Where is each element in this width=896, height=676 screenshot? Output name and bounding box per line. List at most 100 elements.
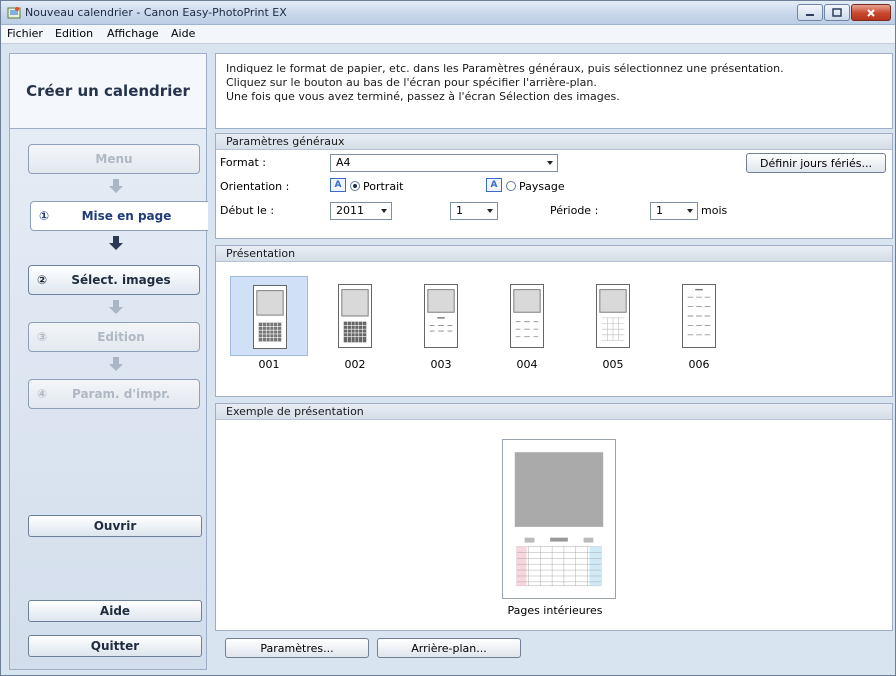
step-number: ① (39, 209, 50, 223)
minimize-button[interactable] (797, 4, 823, 21)
portrait-label[interactable]: Portrait (363, 180, 403, 193)
define-holidays-button[interactable]: Définir jours fériés... (746, 153, 886, 173)
step-menu: Menu (28, 144, 200, 174)
open-button[interactable]: Ouvrir (28, 515, 202, 537)
format-label: Format : (220, 156, 266, 169)
step-label: Mise en page (81, 209, 172, 223)
close-button[interactable] (851, 4, 891, 21)
format-select[interactable]: A4 (330, 154, 558, 172)
title-bar[interactable]: Nouveau calendrier - Canon Easy-PhotoPri… (1, 1, 895, 25)
start-month-value: 1 (456, 204, 463, 217)
layout-002[interactable]: 002 (316, 276, 394, 376)
layout-006[interactable]: 006 (660, 276, 738, 376)
step-number: ④ (37, 387, 48, 401)
layout-thumbnail (424, 284, 458, 348)
chevron-down-icon (687, 209, 693, 213)
window-controls (796, 4, 891, 21)
layout-thumb-wrap (488, 276, 566, 356)
background-button[interactable]: Arrière-plan... (377, 638, 521, 658)
period-unit: mois (701, 204, 728, 217)
step-edition: ③ Edition (28, 322, 200, 352)
portrait-radio[interactable] (350, 181, 360, 191)
period-select[interactable]: 1 (650, 202, 698, 220)
start-year-value: 2011 (336, 204, 364, 217)
quit-button[interactable]: Quitter (28, 635, 202, 657)
presentation-heading: Présentation (216, 246, 892, 262)
layout-thumb-wrap (230, 276, 308, 356)
step-label: Edition (97, 330, 145, 344)
format-value: A4 (336, 156, 351, 169)
layout-label: 006 (688, 358, 710, 371)
layout-label: 002 (344, 358, 366, 371)
example-heading: Exemple de présentation (216, 404, 892, 420)
instruction-line: Cliquez sur le bouton au bas de l'écran … (226, 76, 597, 89)
layout-label: 003 (430, 358, 452, 371)
sidebar: Créer un calendrier Menu ① Mise en page … (9, 53, 208, 670)
landscape-radio[interactable] (506, 181, 516, 191)
settings-button[interactable]: Paramètres... (225, 638, 369, 658)
start-month-select[interactable]: 1 (450, 202, 498, 220)
layout-004[interactable]: 004 (488, 276, 566, 376)
step-label: Sélect. images (71, 273, 171, 287)
maximize-icon (832, 8, 842, 17)
minimize-icon (806, 13, 814, 16)
app-window: Nouveau calendrier - Canon Easy-PhotoPri… (0, 0, 896, 676)
layout-thumb-wrap (316, 276, 394, 356)
step-param-impr: ④ Param. d'impr. (28, 379, 200, 409)
layout-thumbnail (510, 284, 544, 348)
layout-003[interactable]: 003 (402, 276, 480, 376)
window-title: Nouveau calendrier - Canon Easy-PhotoPri… (25, 6, 287, 19)
layout-thumbnail (253, 285, 287, 349)
landscape-icon: A (486, 178, 502, 192)
example-panel: Exemple de présentation Pages intérieure… (215, 403, 893, 631)
start-year-select[interactable]: 2011 (330, 202, 392, 220)
instructions-panel: Indiquez le format de papier, etc. dans … (215, 53, 893, 129)
arrow-down-icon (109, 300, 123, 314)
layout-thumb-wrap (574, 276, 652, 356)
app-icon (7, 7, 21, 19)
layout-005[interactable]: 005 (574, 276, 652, 376)
step-number: ② (37, 273, 48, 287)
period-value: 1 (656, 204, 663, 217)
layout-thumb-wrap (402, 276, 480, 356)
chevron-down-icon (547, 161, 553, 165)
layout-thumbnail (682, 284, 716, 348)
step-mise-en-page[interactable]: ① Mise en page (30, 201, 208, 231)
arrow-down-icon (109, 236, 123, 250)
step-number: ③ (37, 330, 48, 344)
main-content: Indiquez le format de papier, etc. dans … (215, 53, 893, 670)
menu-fichier[interactable]: Fichier (7, 27, 43, 40)
chevron-down-icon (487, 209, 493, 213)
menu-aide[interactable]: Aide (171, 27, 195, 40)
step-label: Param. d'impr. (71, 387, 171, 401)
layout-label: 005 (602, 358, 624, 371)
chevron-down-icon (381, 209, 387, 213)
sample-preview (502, 439, 616, 599)
presentation-panel: Présentation 001 002 003 004 005 006 (215, 245, 893, 397)
close-icon (867, 8, 875, 17)
layout-001[interactable]: 001 (230, 276, 308, 376)
maximize-button[interactable] (824, 4, 850, 21)
sample-caption: Pages intérieures (507, 604, 603, 617)
instruction-line: Indiquez le format de papier, etc. dans … (226, 62, 784, 75)
general-settings-heading: Paramètres généraux (216, 134, 892, 150)
help-button[interactable]: Aide (28, 600, 202, 622)
period-label: Période : (550, 204, 599, 217)
sidebar-title: Créer un calendrier (10, 54, 206, 129)
menu-bar: Fichier Edition Affichage Aide (1, 25, 895, 44)
instruction-line: Une fois que vous avez terminé, passez à… (226, 90, 620, 103)
step-menu-label: Menu (95, 152, 133, 166)
layout-thumbnail (338, 284, 372, 348)
arrow-down-icon (109, 179, 123, 193)
arrow-down-icon (109, 357, 123, 371)
layout-thumbnail (596, 284, 630, 348)
layout-label: 004 (516, 358, 538, 371)
portrait-icon: A (330, 178, 346, 192)
general-settings-panel: Paramètres généraux Format : A4 Définir … (215, 133, 893, 239)
step-select-images[interactable]: ② Sélect. images (28, 265, 200, 295)
landscape-label[interactable]: Paysage (519, 180, 565, 193)
menu-affichage[interactable]: Affichage (107, 27, 159, 40)
start-label: Début le : (220, 204, 275, 217)
layout-label: 001 (258, 358, 280, 371)
menu-edition[interactable]: Edition (55, 27, 93, 40)
